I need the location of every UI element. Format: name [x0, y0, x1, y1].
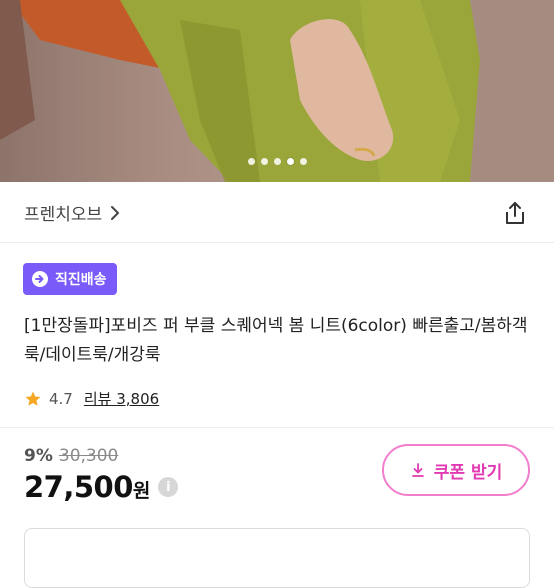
download-icon [411, 463, 424, 477]
product-photo [0, 0, 554, 182]
price-block: 9% 30,300 27,500원 i [24, 446, 179, 504]
carousel-dot[interactable] [247, 158, 255, 165]
carousel-dot[interactable] [299, 158, 307, 165]
share-icon[interactable] [502, 200, 528, 226]
coupon-label: 쿠폰 받기 [433, 462, 503, 483]
final-price: 27,500 [24, 470, 133, 504]
delivery-icon [32, 271, 48, 287]
option-select-box[interactable] [24, 528, 530, 588]
rating-row: 4.7 리뷰 3,806 [24, 388, 159, 409]
product-title: [1만장돌파]포비즈 퍼 부클 스퀘어넥 봄 니트(6color) 빠른출고/봄… [24, 316, 528, 365]
get-coupon-button[interactable]: 쿠폰 받기 [382, 444, 530, 496]
info-icon[interactable]: i [158, 477, 179, 497]
rating-score: 4.7 [49, 389, 73, 408]
seller-link[interactable]: 프렌치오브 [24, 200, 120, 225]
carousel-dot-active[interactable] [286, 158, 294, 165]
discount-rate: 9% [24, 446, 53, 466]
currency-unit: 원 [132, 480, 151, 502]
carousel-dot[interactable] [273, 158, 281, 165]
review-count-link[interactable]: 리뷰 3,806 [84, 388, 159, 409]
original-price: 30,300 [58, 446, 119, 466]
carousel-dot[interactable] [260, 158, 268, 165]
section-divider [0, 427, 554, 428]
star-icon [25, 391, 41, 406]
seller-name: 프렌치오브 [24, 205, 103, 225]
direct-delivery-badge: 직진배송 [23, 263, 117, 295]
product-image-carousel[interactable] [0, 0, 554, 182]
badge-label: 직진배송 [55, 272, 107, 288]
chevron-right-icon [111, 205, 120, 220]
seller-row: 프렌치오브 [0, 182, 554, 243]
carousel-indicator[interactable] [0, 158, 554, 165]
